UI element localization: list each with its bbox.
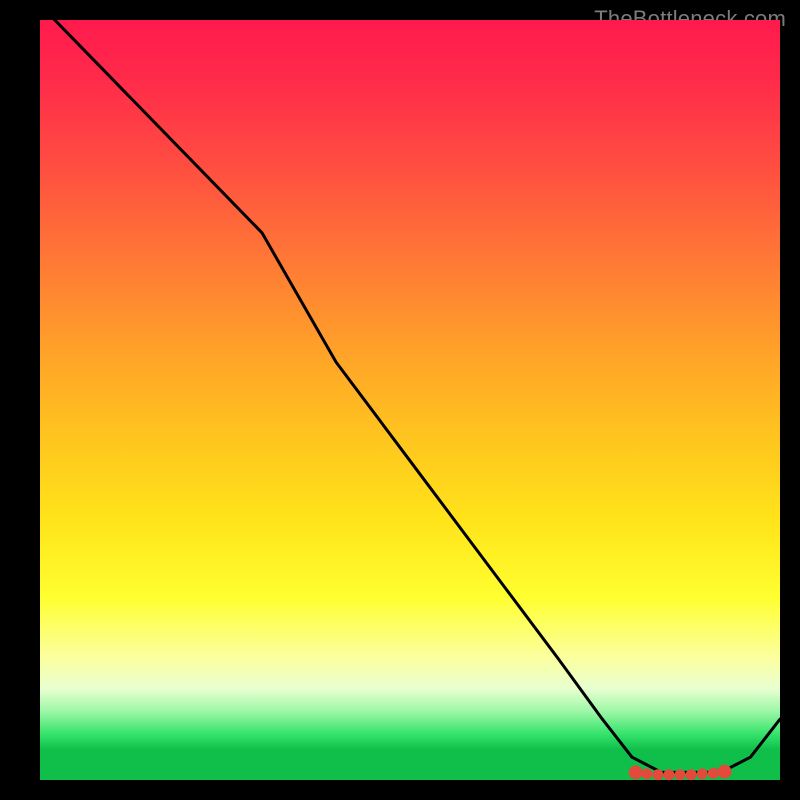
marker-dot — [675, 769, 686, 780]
chart-stage: TheBottleneck.com — [0, 0, 800, 800]
marker-dot — [708, 768, 719, 779]
marker-dot — [641, 768, 652, 779]
optimal-range-dots — [629, 765, 732, 781]
marker-dot — [697, 768, 708, 779]
marker-dot — [664, 769, 675, 780]
marker-dot — [629, 765, 643, 779]
marker-dot — [652, 769, 663, 780]
bottleneck-curve — [40, 5, 780, 773]
plot-area — [40, 20, 780, 780]
marker-dot — [686, 769, 697, 780]
chart-svg — [40, 20, 780, 780]
marker-dot — [718, 765, 732, 779]
